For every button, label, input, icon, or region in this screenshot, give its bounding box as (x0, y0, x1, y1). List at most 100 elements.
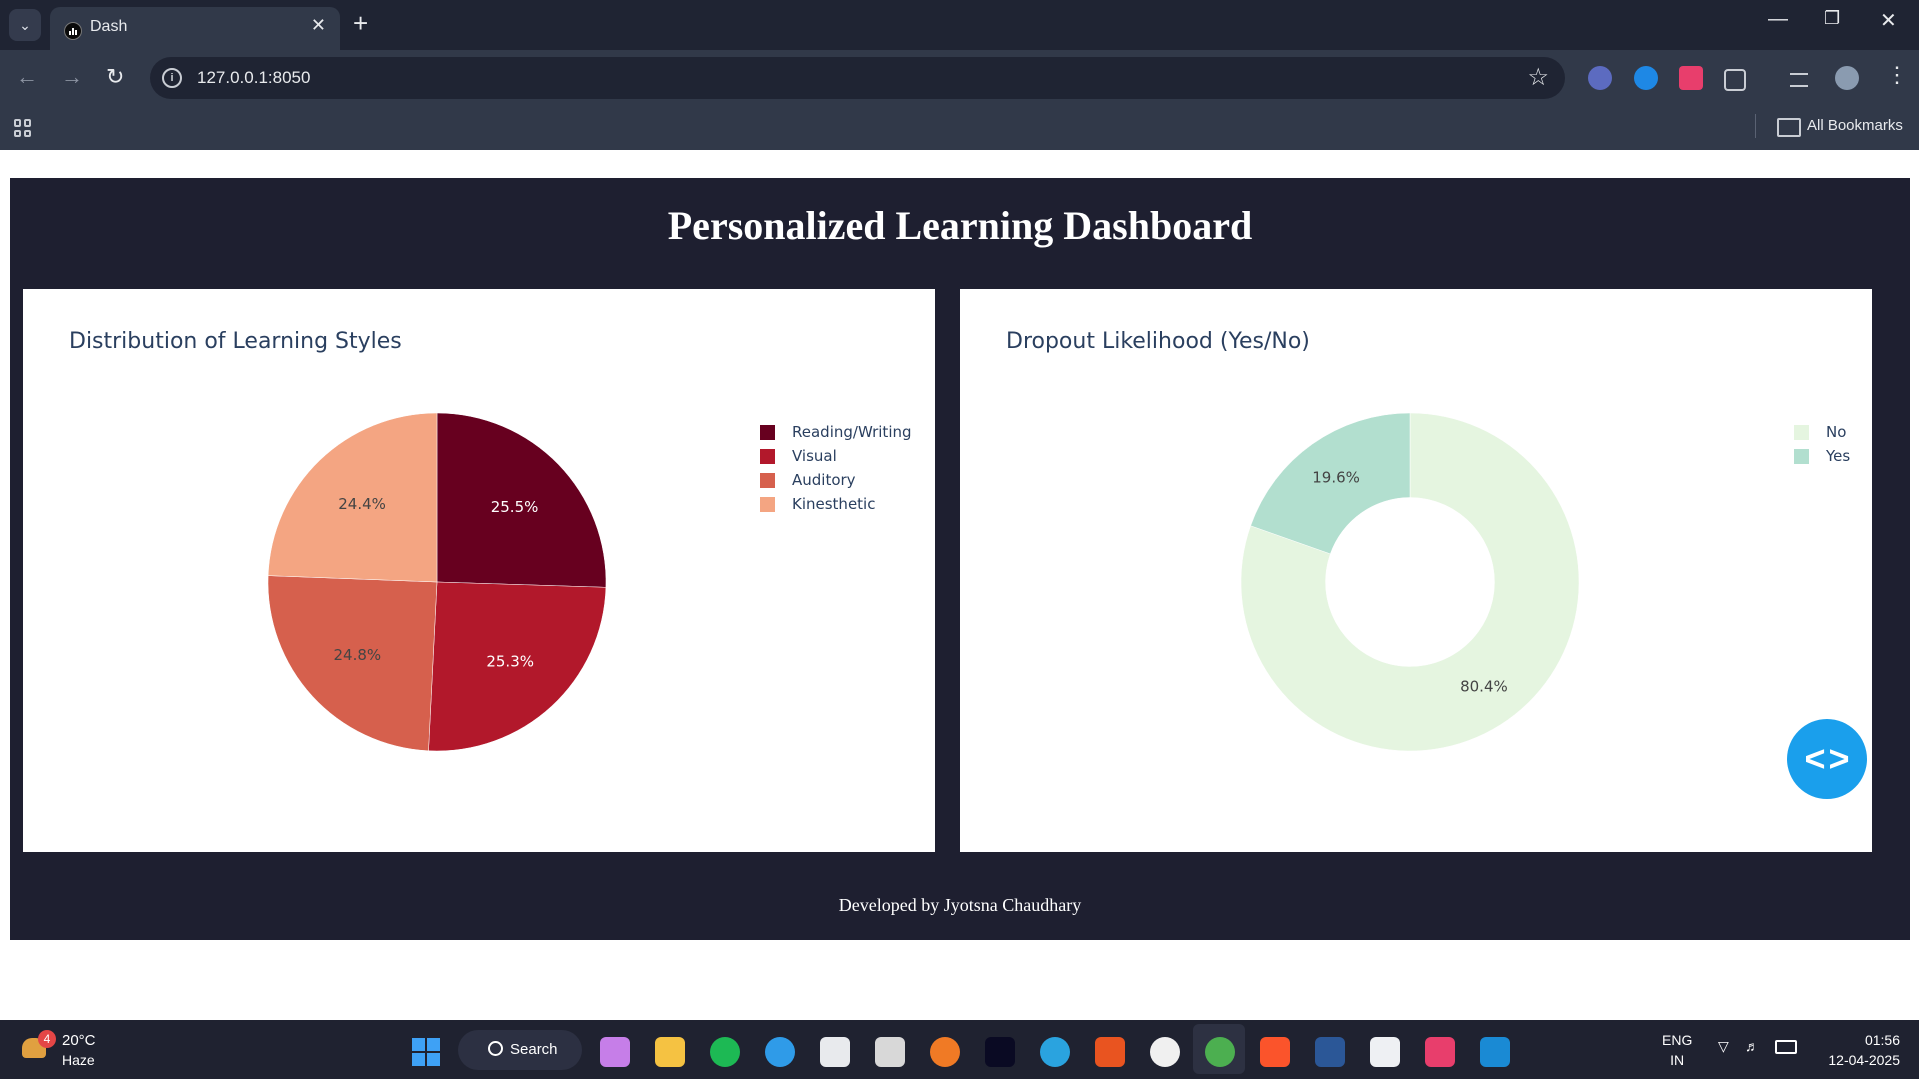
slice-percent-label: 19.6% (1312, 469, 1360, 487)
clock-date: 12-04-2025 (1828, 1052, 1900, 1068)
slice-percent-label: 24.8% (334, 646, 382, 664)
bookmarks-divider (1755, 114, 1756, 138)
file-explorer-icon[interactable] (655, 1037, 685, 1067)
profile-avatar[interactable] (1835, 66, 1859, 90)
folder-icon[interactable] (1777, 118, 1801, 137)
freecodecamp-icon[interactable] (985, 1037, 1015, 1067)
learning-styles-card: Distribution of Learning Styles 25.5% 25.… (23, 289, 935, 852)
legend-label: No (1826, 423, 1847, 441)
legend-item[interactable]: Reading/Writing (760, 420, 912, 444)
code-icon: < > (1804, 738, 1850, 779)
new-tab-icon[interactable]: + (353, 8, 368, 39)
notepad-icon[interactable] (1370, 1037, 1400, 1067)
dropout-card: Dropout Likelihood (Yes/No) 80.4% 19.6% N… (960, 289, 1872, 852)
copilot-icon[interactable] (600, 1037, 630, 1067)
extension-globe-icon[interactable] (1634, 66, 1658, 90)
legend-swatch (760, 424, 775, 440)
dropout-donut-chart[interactable]: 80.4% 19.6% (960, 289, 1872, 852)
firefox-icon[interactable] (930, 1037, 960, 1067)
clock-time: 01:56 (1864, 1032, 1900, 1048)
legend-swatch (760, 448, 775, 464)
learning-styles-legend[interactable]: Reading/Writing Visual Auditory Kinesthetic (760, 420, 912, 516)
browser-menu-icon[interactable]: ⋮ (1886, 62, 1908, 88)
slice-percent-label: 80.4% (1460, 677, 1508, 695)
url-text: 127.0.0.1:8050 (197, 68, 311, 87)
tab-title: Dash (90, 18, 128, 35)
learning-styles-pie-chart[interactable]: 25.5% 25.3% 24.8% 24.4% (23, 289, 935, 852)
bookmarks-bar: All Bookmarks (0, 108, 1919, 150)
notification-badge: 4 (38, 1030, 56, 1048)
volume-icon[interactable]: ♬ (1745, 1038, 1759, 1054)
word-icon[interactable] (1315, 1037, 1345, 1067)
brave-icon[interactable] (1260, 1037, 1290, 1067)
windows-taskbar: 4 20°C Haze Search ENG IN ▽ ♬ 01:56 12-0… (0, 1020, 1919, 1079)
legend-item[interactable]: Auditory (760, 468, 912, 492)
clock[interactable]: 01:56 12-04-2025 (1800, 1030, 1900, 1070)
ubuntu-icon[interactable] (1095, 1037, 1125, 1067)
amazon-icon[interactable] (875, 1037, 905, 1067)
legend-item[interactable]: Visual (760, 444, 912, 468)
chrome-icon[interactable] (1205, 1037, 1235, 1067)
legend-label: Auditory (792, 471, 856, 489)
legend-swatch (760, 472, 775, 488)
weather-condition: Haze (62, 1052, 95, 1068)
legend-label: Kinesthetic (792, 495, 876, 513)
weather-temperature: 20°C (62, 1032, 96, 1049)
legend-label: Reading/Writing (792, 423, 912, 441)
back-icon[interactable]: ← (16, 64, 38, 90)
bookmark-star-icon[interactable]: ☆ (1527, 63, 1549, 92)
reload-icon[interactable]: ↻ (106, 64, 124, 90)
legend-item[interactable]: Yes (1794, 444, 1850, 468)
slice-percent-label: 24.4% (338, 495, 386, 513)
store-icon[interactable] (820, 1037, 850, 1067)
apps-grid-icon[interactable] (14, 119, 32, 137)
browser-tab[interactable]: Dash ✕ (50, 7, 340, 50)
telegram-icon[interactable] (1040, 1037, 1070, 1067)
legend-swatch (1794, 448, 1809, 464)
vscode-icon[interactable] (1480, 1037, 1510, 1067)
forward-icon[interactable]: → (61, 64, 83, 90)
browser-tab-bar: ⌄ Dash ✕ + — ❐ ✕ (0, 0, 1919, 50)
legend-swatch (760, 496, 775, 512)
page-title: Personalized Learning Dashboard (667, 203, 1253, 248)
wifi-icon[interactable]: ▽ (1718, 1038, 1729, 1055)
language-indicator[interactable]: ENG IN (1662, 1030, 1692, 1070)
legend-label: Visual (792, 447, 837, 465)
site-info-icon[interactable]: i (162, 68, 182, 88)
snipping-tool-icon[interactable] (1425, 1037, 1455, 1067)
weather-widget[interactable]: 4 20°C Haze (22, 1030, 132, 1072)
extension-tool-icon[interactable] (1679, 66, 1703, 90)
slice-percent-label: 25.5% (491, 498, 539, 516)
slice-percent-label: 25.3% (486, 652, 534, 670)
search-icon (488, 1041, 503, 1056)
all-bookmarks-link[interactable]: All Bookmarks (1807, 117, 1903, 134)
edge-icon[interactable] (765, 1037, 795, 1067)
dropout-legend[interactable]: No Yes (1794, 420, 1850, 468)
address-bar[interactable]: i 127.0.0.1:8050 ☆ (150, 57, 1565, 99)
github-icon[interactable] (1150, 1037, 1180, 1067)
dash-favicon-icon (64, 22, 82, 40)
legend-item[interactable]: No (1794, 420, 1850, 444)
language-code: ENG (1662, 1032, 1693, 1048)
minimize-icon[interactable]: — (1768, 8, 1788, 31)
spotify-icon[interactable] (710, 1037, 740, 1067)
extensions-puzzle-icon[interactable] (1724, 69, 1746, 91)
legend-label: Yes (1826, 447, 1851, 465)
close-tab-icon[interactable]: ✕ (311, 15, 326, 36)
close-window-icon[interactable]: ✕ (1880, 8, 1897, 33)
region-code: IN (1670, 1052, 1685, 1068)
browser-toolbar: ← → ↻ i 127.0.0.1:8050 ☆ ⋮ (0, 50, 1919, 108)
media-control-icon[interactable] (1790, 73, 1808, 87)
dashboard-page: Personalized Learning Dashboard Distribu… (10, 178, 1910, 940)
start-windows-icon[interactable] (412, 1038, 440, 1066)
restore-icon[interactable]: ❐ (1824, 8, 1840, 29)
search-label: Search (510, 1041, 558, 1058)
code-view-button[interactable]: < > (1787, 719, 1867, 799)
battery-icon[interactable] (1775, 1040, 1797, 1054)
tab-search-button[interactable]: ⌄ (9, 9, 41, 41)
legend-swatch (1794, 424, 1809, 440)
footer-credit: Developed by Jyotsna Chaudhary (838, 895, 1082, 915)
taskbar-search[interactable]: Search (458, 1030, 582, 1070)
legend-item[interactable]: Kinesthetic (760, 492, 912, 516)
extension-bot-icon[interactable] (1588, 66, 1612, 90)
